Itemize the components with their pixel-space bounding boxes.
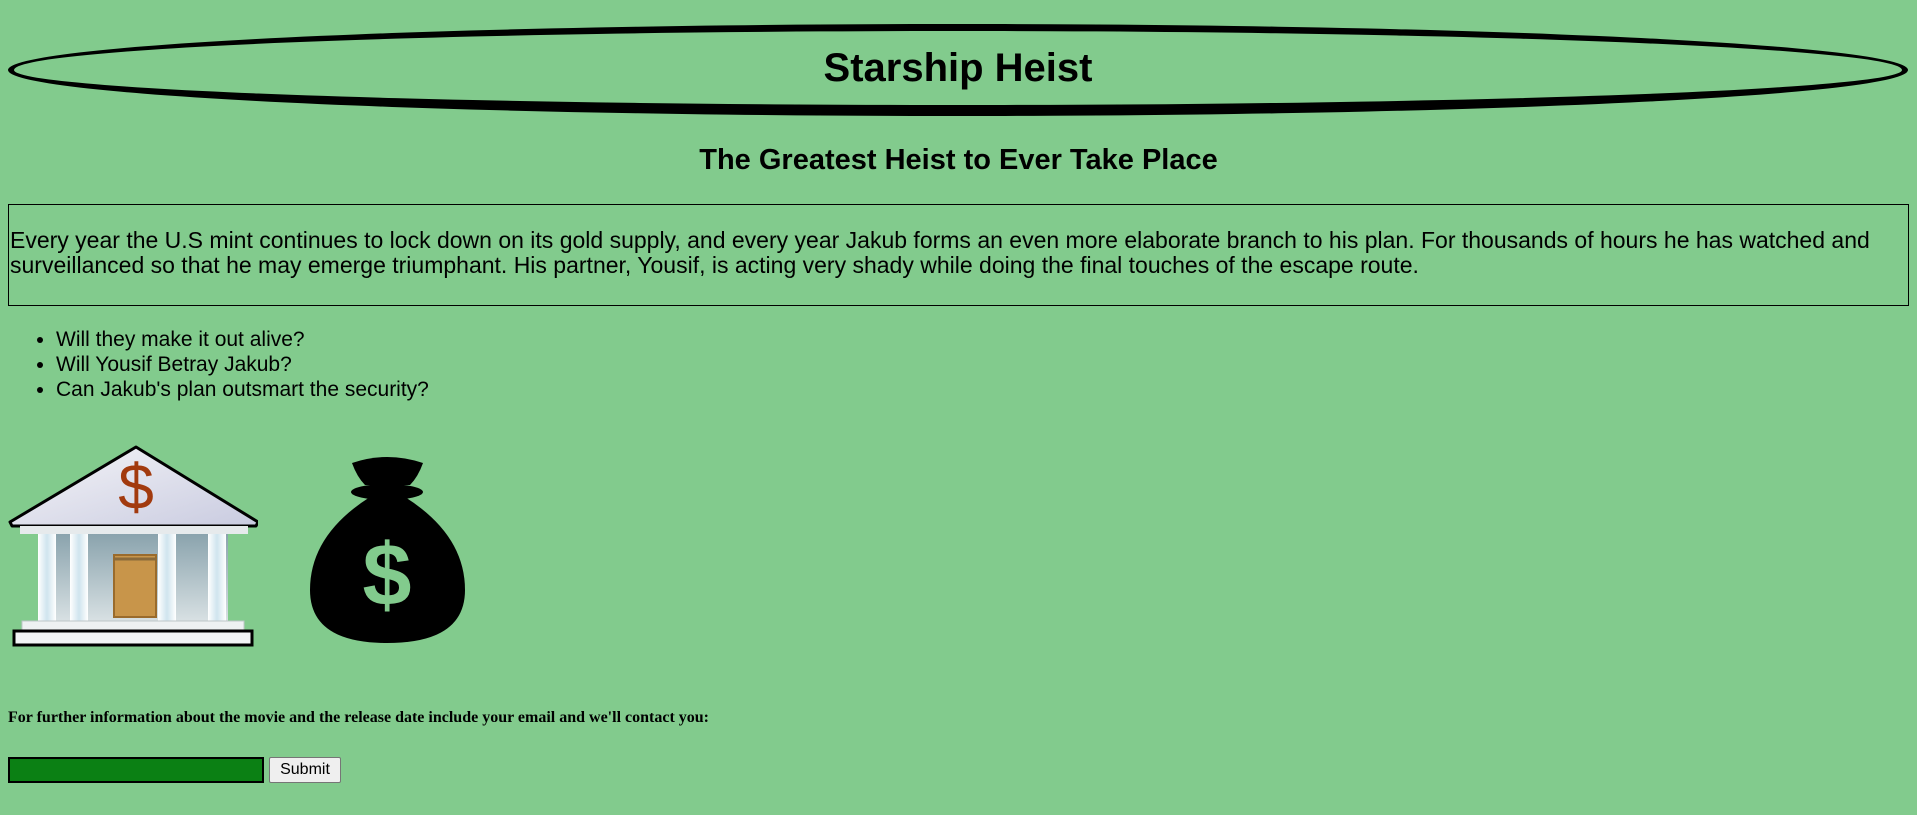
contact-prompt: For further information about the movie …	[8, 709, 709, 726]
list-item: Can Jakub's plan outsmart the security?	[56, 377, 429, 402]
dollar-sign-icon: $	[363, 525, 412, 624]
bank-icon: $	[8, 445, 258, 647]
page-subtitle: The Greatest Heist to Ever Take Place	[699, 144, 1218, 176]
story-box: Every year the U.S mint continues to loc…	[8, 204, 1909, 306]
list-item: Will Yousif Betray Jakub?	[56, 352, 429, 377]
dollar-sign-icon: $	[118, 451, 154, 523]
money-bag-icon: $	[310, 457, 465, 643]
submit-button[interactable]: Submit	[269, 757, 341, 783]
page-title: Starship Heist	[823, 45, 1093, 90]
title-ellipse: Starship Heist	[8, 24, 1908, 116]
questions-list: Will they make it out alive? Will Yousif…	[8, 327, 429, 402]
email-field[interactable]	[8, 757, 264, 783]
list-item: Will they make it out alive?	[56, 327, 429, 352]
story-paragraph: Every year the U.S mint continues to loc…	[10, 227, 1870, 278]
